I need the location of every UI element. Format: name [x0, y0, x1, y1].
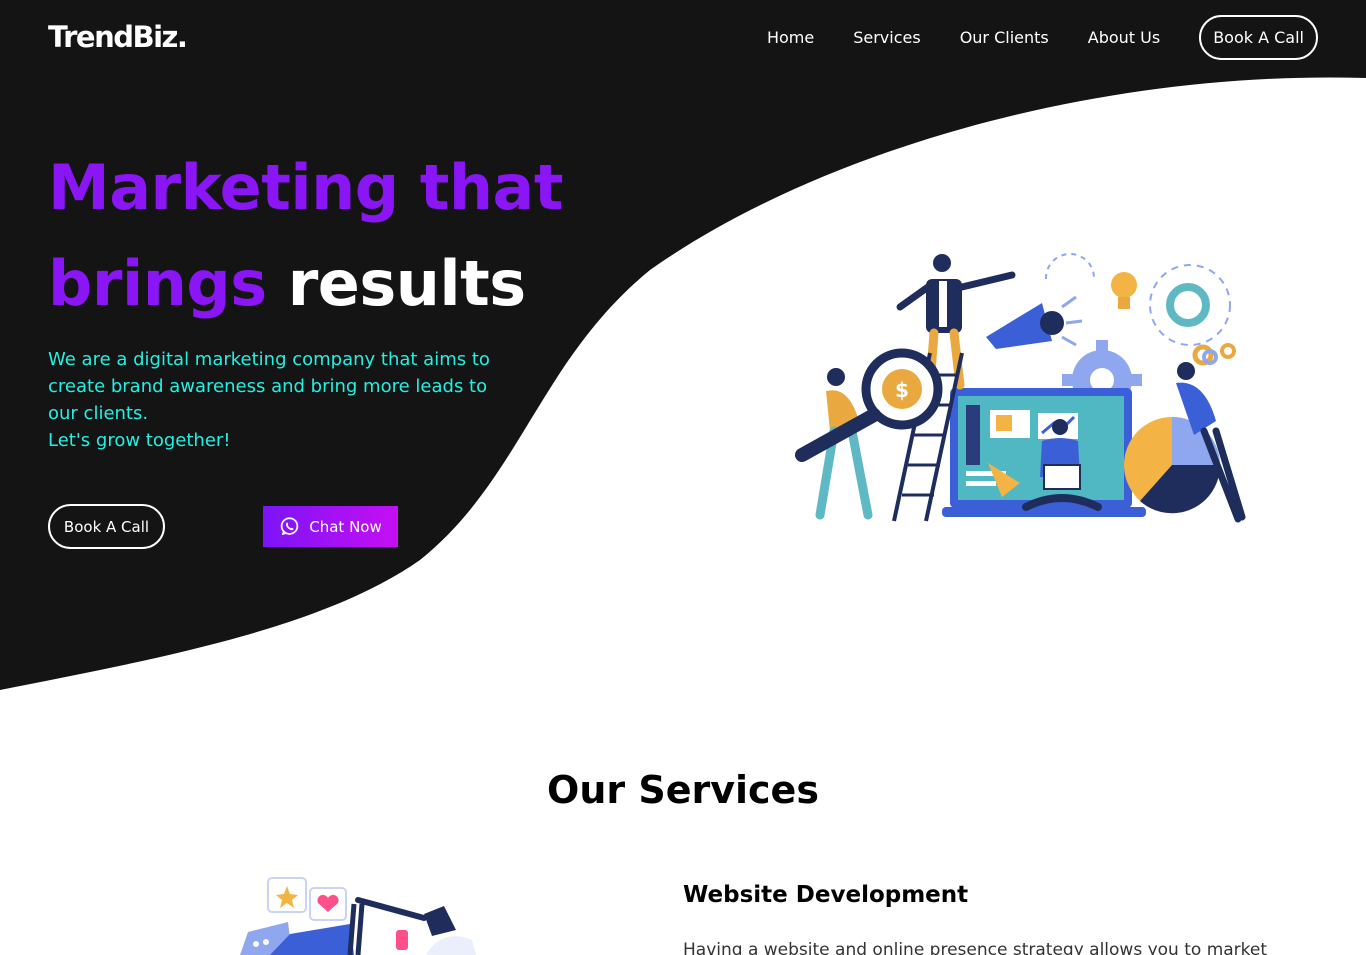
main-nav: Home Services Our Clients About Us Book …	[767, 15, 1318, 60]
service-website-development-title: Website Development	[683, 882, 969, 908]
nav-about-us[interactable]: About Us	[1088, 28, 1160, 47]
service-website-development-description: Having a website and online presence str…	[683, 940, 1268, 955]
nav-services[interactable]: Services	[853, 28, 920, 47]
digital-marketing-illustration: $	[795, 253, 1246, 523]
brand-logo[interactable]: TrendBiz.	[48, 20, 188, 54]
hero-subtitle-tagline: Let's grow together!	[48, 430, 231, 451]
hero-subtitle-line: We are a digital marketing company that …	[48, 349, 490, 424]
website-development-illustration	[240, 877, 476, 955]
whatsapp-icon	[281, 517, 299, 535]
svg-text:$: $	[895, 378, 909, 402]
hero-title-line-2: brings results	[48, 236, 563, 332]
hero-title-line-1: Marketing that	[48, 151, 563, 224]
hero-title-word-brings: brings	[48, 247, 267, 320]
nav-our-clients[interactable]: Our Clients	[960, 28, 1049, 47]
services-heading: Our Services	[547, 768, 819, 812]
book-call-button[interactable]: Book A Call	[48, 504, 165, 549]
hero-subtitle: We are a digital marketing company that …	[48, 346, 518, 454]
chat-now-label: Chat Now	[309, 517, 382, 536]
chat-now-button[interactable]: Chat Now	[263, 506, 398, 547]
hero-title-word-results: results	[287, 247, 526, 320]
nav-book-call-button[interactable]: Book A Call	[1199, 15, 1318, 60]
hero-title: Marketing that brings results	[48, 140, 563, 332]
nav-home[interactable]: Home	[767, 28, 814, 47]
